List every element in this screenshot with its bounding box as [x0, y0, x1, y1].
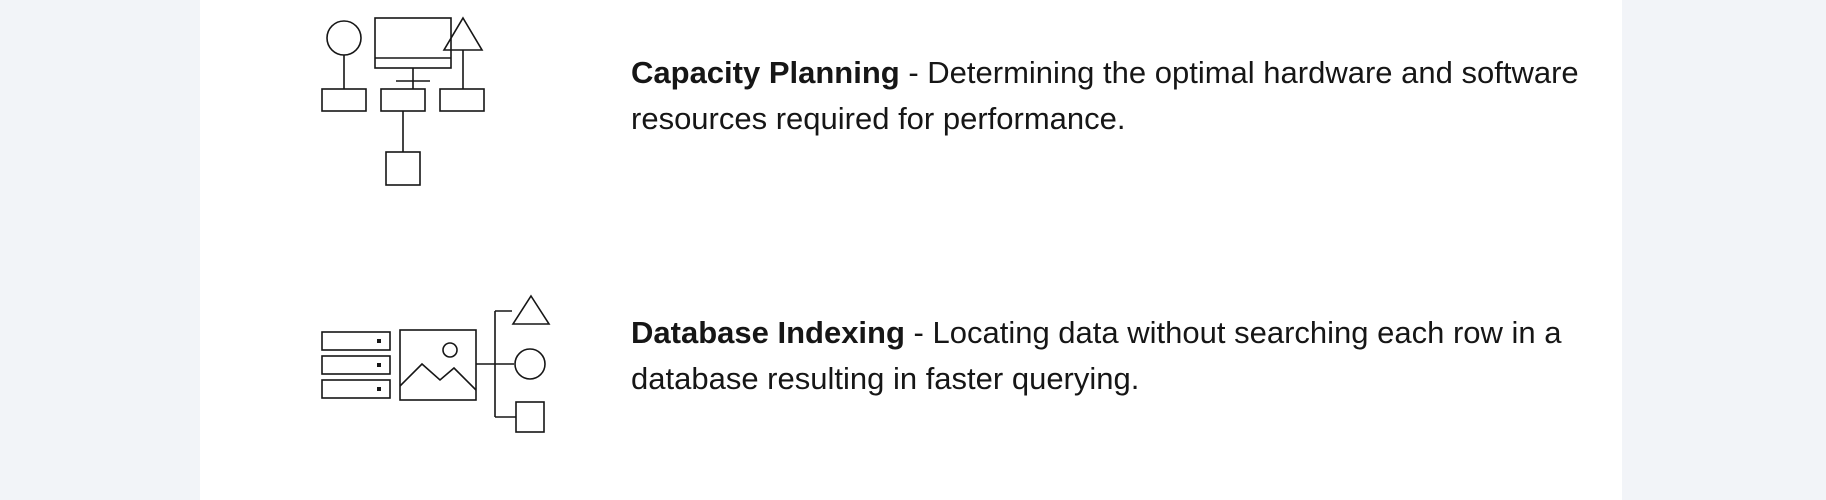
- database-index-icon: [318, 276, 566, 446]
- network-topology-icon: [318, 16, 488, 186]
- feature-text: Database Indexing - Locating data withou…: [631, 310, 1591, 402]
- feature-text: Capacity Planning - Determining the opti…: [631, 50, 1591, 142]
- content-card: Capacity Planning - Determining the opti…: [200, 0, 1622, 500]
- feature-separator: -: [899, 55, 928, 90]
- feature-separator: -: [904, 315, 933, 350]
- feature-term: Database Indexing: [631, 315, 905, 350]
- feature-term: Capacity Planning: [631, 55, 900, 90]
- feature-database-indexing: Database Indexing - Locating data withou…: [200, 260, 1622, 440]
- feature-capacity-planning: Capacity Planning - Determining the opti…: [200, 0, 1622, 200]
